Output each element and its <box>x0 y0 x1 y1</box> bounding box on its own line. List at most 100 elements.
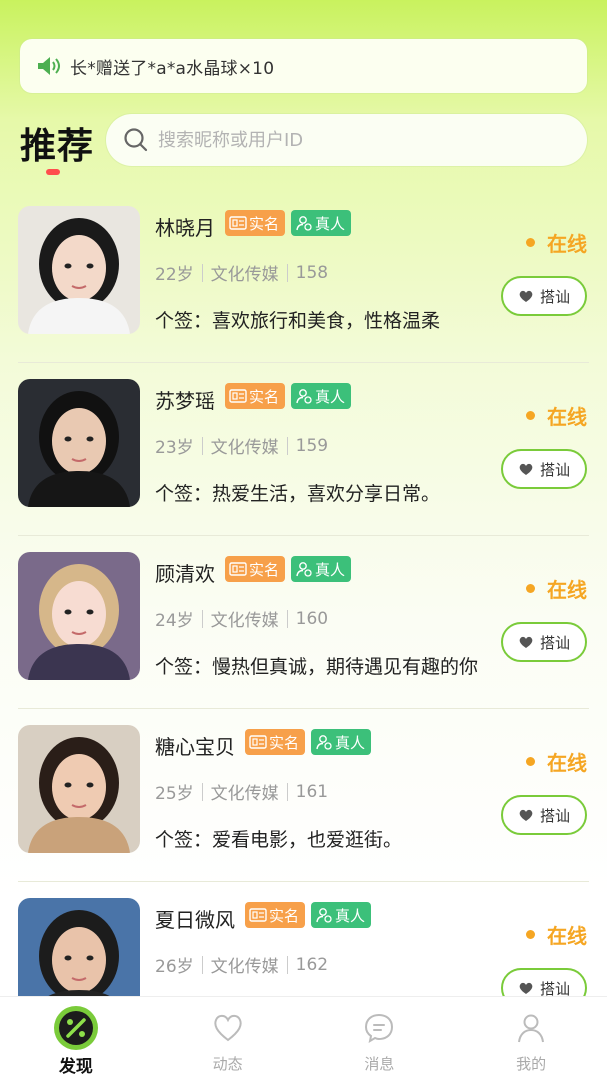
user-meta: 24岁 文化传媒 160 <box>155 606 329 632</box>
avatar-photo <box>18 725 140 853</box>
user-card[interactable]: 糖心宝贝 实名 真人 25岁 文化传媒 161 个签：爱看电影，也爱逛街。 在线… <box>0 709 607 882</box>
realperson-badge: 真人 <box>291 383 352 409</box>
user-height: 160 <box>295 608 329 629</box>
meta-divider <box>286 955 288 974</box>
id-card-icon <box>229 216 247 230</box>
realname-label: 实名 <box>249 387 280 406</box>
user-age: 23岁 <box>155 438 194 458</box>
user-industry: 文化传媒 <box>210 438 279 458</box>
profile-icon <box>518 1014 545 1043</box>
user-age: 25岁 <box>155 784 194 804</box>
title-active-indicator <box>46 169 60 175</box>
id-card-icon <box>249 908 267 922</box>
meta-divider <box>286 263 288 282</box>
realperson-badge: 真人 <box>291 210 352 236</box>
person-check-icon <box>316 908 332 923</box>
user-height: 161 <box>295 781 329 802</box>
user-industry: 文化传媒 <box>210 784 279 804</box>
user-meta: 23岁 文化传媒 159 <box>155 433 328 459</box>
person-check-icon <box>316 735 332 750</box>
user-age: 22岁 <box>155 265 194 285</box>
online-label: 在线 <box>547 405 587 429</box>
online-status: 在线 <box>526 228 587 257</box>
realperson-badge: 真人 <box>291 556 352 582</box>
online-dot-icon <box>526 411 535 420</box>
user-signature: 个签：爱看电影，也爱逛街。 <box>155 829 403 851</box>
meta-divider <box>201 609 203 628</box>
realperson-label: 真人 <box>335 733 366 752</box>
greet-button[interactable]: 搭讪 <box>501 795 587 835</box>
realname-badge: 实名 <box>225 210 286 236</box>
user-height: 158 <box>295 262 329 283</box>
greet-button[interactable]: 搭讪 <box>501 622 587 662</box>
meta-divider <box>286 436 288 455</box>
online-label: 在线 <box>547 232 587 256</box>
verification-badges: 实名 真人 <box>245 902 372 928</box>
tab-messages[interactable]: 消息 <box>304 997 456 1080</box>
id-card-icon <box>229 389 247 403</box>
heart-icon <box>213 1014 242 1042</box>
user-meta: 26岁 文化传媒 162 <box>155 952 329 978</box>
user-name: 夏日微风 <box>155 908 235 932</box>
user-industry: 文化传媒 <box>210 957 279 977</box>
avatar[interactable] <box>18 725 140 853</box>
person-check-icon <box>296 562 312 577</box>
realperson-label: 真人 <box>315 560 346 579</box>
realperson-badge: 真人 <box>311 902 372 928</box>
tab-discover[interactable]: 发现 <box>0 997 152 1080</box>
user-signature: 个签：慢热但真诚，期待遇见有趣的你 <box>155 656 479 678</box>
user-age: 26岁 <box>155 957 194 977</box>
tab-profile[interactable]: 我的 <box>455 997 607 1080</box>
realperson-label: 真人 <box>335 906 366 925</box>
heart-icon <box>519 463 533 475</box>
user-card[interactable]: 林晓月 实名 真人 22岁 文化传媒 158 个签：喜欢旅行和美食，性格温柔 在… <box>0 190 607 363</box>
meta-divider <box>201 782 203 801</box>
greet-label: 搭讪 <box>539 806 570 825</box>
message-icon <box>365 1013 394 1044</box>
online-status: 在线 <box>526 920 587 949</box>
greet-label: 搭讪 <box>539 460 570 479</box>
avatar-photo <box>18 379 140 507</box>
meta-divider <box>286 782 288 801</box>
user-height: 162 <box>295 954 329 975</box>
heart-icon <box>519 636 533 648</box>
person-check-icon <box>296 389 312 404</box>
user-age: 24岁 <box>155 611 194 631</box>
user-industry: 文化传媒 <box>210 265 279 285</box>
user-industry: 文化传媒 <box>210 611 279 631</box>
avatar[interactable] <box>18 379 140 507</box>
online-status: 在线 <box>526 747 587 776</box>
user-name: 林晓月 <box>155 216 215 240</box>
avatar-photo <box>18 552 140 680</box>
avatar[interactable] <box>18 206 140 334</box>
avatar[interactable] <box>18 552 140 680</box>
id-card-icon <box>229 562 247 576</box>
verification-badges: 实名 真人 <box>225 210 352 236</box>
user-meta: 25岁 文化传媒 161 <box>155 779 329 805</box>
tab-moments[interactable]: 动态 <box>152 997 304 1080</box>
realname-badge: 实名 <box>245 902 306 928</box>
user-card[interactable]: 顾清欢 实名 真人 24岁 文化传媒 160 个签：慢热但真诚，期待遇见有趣的你… <box>0 536 607 709</box>
heart-icon <box>519 809 533 821</box>
meta-divider <box>286 609 288 628</box>
search-input[interactable] <box>158 129 558 151</box>
realname-label: 实名 <box>249 214 280 233</box>
greet-label: 搭讪 <box>539 287 570 306</box>
gift-notice-bar[interactable]: 长*赠送了*a*a水晶球×10 <box>20 39 587 93</box>
online-label: 在线 <box>547 578 587 602</box>
user-name: 顾清欢 <box>155 562 215 586</box>
online-dot-icon <box>526 930 535 939</box>
id-card-icon <box>249 735 267 749</box>
greet-button[interactable]: 搭讪 <box>501 449 587 489</box>
realname-label: 实名 <box>269 733 300 752</box>
realperson-badge: 真人 <box>311 729 372 755</box>
page-title[interactable]: 推荐 <box>20 117 94 169</box>
user-card[interactable]: 苏梦瑶 实名 真人 23岁 文化传媒 159 个签：热爱生活，喜欢分享日常。 在… <box>0 363 607 536</box>
greet-button[interactable]: 搭讪 <box>501 276 587 316</box>
notice-text: 长*赠送了*a*a水晶球×10 <box>70 58 275 79</box>
greet-label: 搭讪 <box>539 633 570 652</box>
user-signature: 个签：喜欢旅行和美食，性格温柔 <box>155 310 441 332</box>
realperson-label: 真人 <box>315 214 346 233</box>
search-bar[interactable] <box>106 114 587 166</box>
meta-divider <box>201 263 203 282</box>
